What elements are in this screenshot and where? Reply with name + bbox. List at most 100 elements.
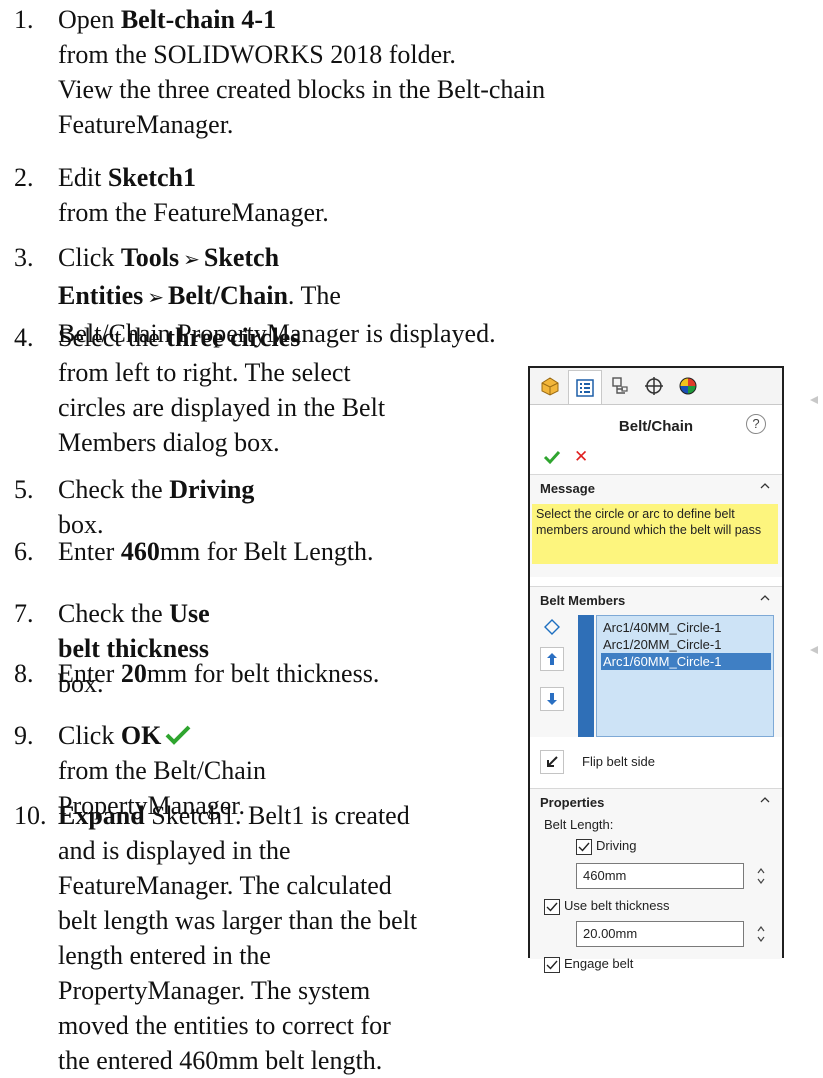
belt-length-value: 460mm [583, 868, 627, 883]
belt-thickness-value: 20.00mm [583, 926, 638, 941]
step-number: 10. [14, 801, 47, 830]
bold-term: Belt/Chain [168, 281, 288, 310]
step-text: Check the Driving box. [58, 472, 254, 542]
step-number: 7. [14, 599, 34, 628]
step-line: Enter 460mm for Belt Length. [58, 534, 374, 569]
step-segment: the entered 460mm belt length. [58, 1046, 383, 1075]
tab-displaymanager[interactable] [672, 370, 704, 402]
step-segment: Open [58, 5, 121, 34]
ok-checkmark-icon [165, 725, 191, 745]
bold-term: Sketch1 [107, 163, 196, 192]
step-segment: Enter [58, 659, 121, 688]
step-segment: from the Belt/Chain [58, 756, 266, 785]
ok-checkmark-icon[interactable] [543, 448, 561, 466]
flip-belt-side-button[interactable] [540, 750, 564, 774]
step-segment: mm for Belt Length. [159, 537, 374, 566]
belt-thickness-input[interactable]: 20.00mm [576, 921, 744, 947]
menu-arrow: ➢ [183, 249, 200, 271]
properties-section: Properties Belt Length: Driving 460mm Us… [530, 788, 782, 973]
step-text: Expand Sketch1. Belt1 is created and is d… [58, 798, 417, 1078]
collapse-caret-icon[interactable] [760, 593, 770, 603]
use-belt-thickness-label: Use belt thickness [564, 898, 670, 913]
checkmark-icon [546, 902, 558, 912]
step-text: Open Belt-chain 4-1 from the SOLIDWORKS … [58, 2, 545, 142]
step-segment: Edit [58, 163, 108, 192]
tab-propertymanager[interactable] [568, 370, 602, 404]
belt-members-list[interactable]: Arc1/40MM_Circle-1 Arc1/20MM_Circle-1 Arc1… [596, 615, 774, 737]
tab-dimxpertmanager[interactable] [638, 370, 670, 402]
step-line: circles are displayed in the Belt [58, 390, 385, 425]
belt-members-section: Belt Members Arc1/40MM_Circle-1 Arc1/20MM… [530, 586, 782, 737]
step-number: 3. [14, 243, 34, 272]
message-text: Select the circle or arc to define belt … [532, 504, 778, 564]
belt-member-item[interactable]: Arc1/60MM_Circle-1 [601, 653, 771, 670]
checkmark-icon [578, 842, 590, 852]
bold-term: Belt-chain 4-1 [120, 5, 277, 34]
step-number: 9. [14, 721, 34, 750]
belt-member-item[interactable]: Arc1/40MM_Circle-1 [601, 619, 771, 636]
manager-tabs [530, 368, 782, 405]
bold-term: Tools [120, 243, 180, 272]
step-segment: circles are displayed in the Belt [58, 393, 386, 422]
step-segment: belt length was larger than the belt [58, 906, 418, 935]
message-section: Message Select the circle or arc to defi… [530, 474, 782, 577]
step-line: FeatureManager. [58, 107, 545, 142]
step-segment: Click [58, 721, 121, 750]
step-number: 5. [14, 475, 34, 504]
edge-mark [810, 646, 818, 654]
collapse-caret-icon[interactable] [760, 795, 770, 805]
step-segment: FeatureManager. The calculated [58, 871, 392, 900]
tab-featuremanager[interactable] [534, 370, 566, 402]
belt-members-header: Belt Members [540, 593, 626, 608]
bold-term: Expand [58, 801, 145, 830]
step-segment: length entered in the [58, 941, 271, 970]
move-down-button[interactable] [540, 687, 564, 711]
step-line: Members dialog box. [58, 425, 385, 460]
step-segment: from the SOLIDWORKS 2018 folder. [58, 40, 456, 69]
step-line: moved the entities to correct for [58, 1008, 417, 1043]
bold-term: 20 [120, 659, 147, 688]
message-header: Message [540, 481, 595, 496]
featuremanager-icon [541, 377, 559, 396]
engage-belt-label: Engage belt [564, 956, 634, 971]
engage-belt-checkbox[interactable] [544, 957, 560, 973]
step-line: View the three created blocks in the Bel… [58, 72, 545, 107]
step-line: belt length was larger than the belt [58, 903, 417, 938]
arrow-down-icon [547, 693, 557, 705]
step-segment: Members dialog box. [58, 428, 280, 457]
tab-configurationmanager[interactable] [604, 370, 636, 402]
step-segment: and is displayed in the [58, 836, 291, 865]
step-text: Enter 460mm for Belt Length. [58, 534, 374, 569]
step-line: Check the Driving box. [58, 472, 254, 542]
step-number: 1. [14, 5, 34, 34]
help-button[interactable]: ? [746, 414, 766, 434]
belt-thickness-spinner[interactable] [756, 922, 766, 946]
step-line: the entered 460mm belt length. [58, 1043, 417, 1078]
appearance-sphere-icon [679, 377, 697, 395]
step-segment: PropertyManager. The system [58, 976, 371, 1005]
selection-box-bar [578, 615, 594, 737]
configurationmanager-icon [612, 377, 628, 394]
step-line: Select the three circles from left to ri… [58, 320, 385, 390]
step-number: 4. [14, 323, 34, 352]
propertymanager-icon [576, 378, 594, 397]
step-line: Enter 20mm for belt thickness. [58, 656, 379, 691]
step-number: 6. [14, 537, 34, 566]
step-segment: FeatureManager. [58, 110, 234, 139]
properties-header: Properties [540, 795, 605, 810]
step-segment: Click [58, 243, 121, 272]
cancel-x-button[interactable]: ✕ [574, 447, 588, 467]
step-line: Click OK from the Belt/Chain [58, 718, 266, 788]
belt-member-item[interactable]: Arc1/20MM_Circle-1 [601, 636, 771, 653]
belt-length-input[interactable]: 460mm [576, 863, 744, 889]
belt-length-spinner[interactable] [756, 864, 766, 888]
driving-checkbox[interactable] [576, 839, 592, 855]
step-line: and is displayed in the [58, 833, 417, 868]
step-segment: from the FeatureManager. [58, 198, 329, 227]
flip-arrow-icon [547, 756, 558, 767]
step-number: 2. [14, 163, 34, 192]
use-belt-thickness-checkbox[interactable] [544, 899, 560, 915]
step-segment: moved the entities to correct for [58, 1011, 391, 1040]
move-up-button[interactable] [540, 647, 564, 671]
collapse-caret-icon[interactable] [760, 481, 770, 491]
